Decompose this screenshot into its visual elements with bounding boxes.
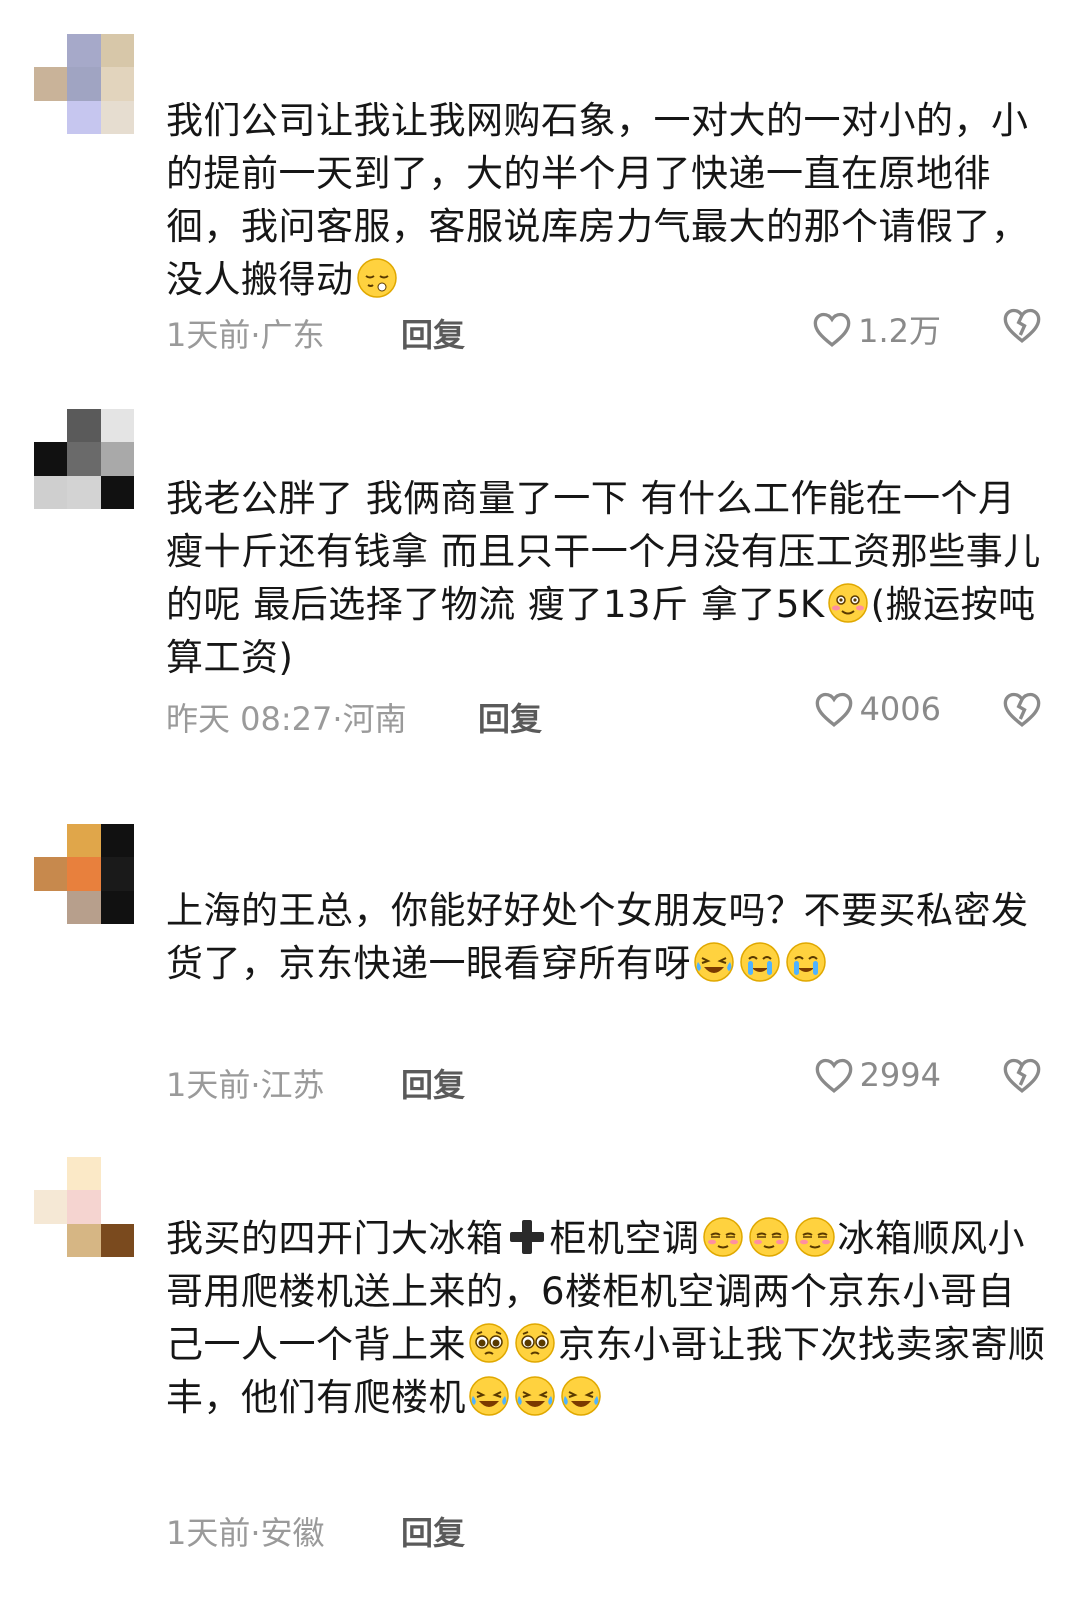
pleading-emoji-icon: [467, 1321, 511, 1365]
avatar-pixel: [67, 100, 101, 134]
avatar-pixel: [100, 475, 134, 509]
comment-text-segment: 我买的四开门大冰箱: [166, 1217, 504, 1260]
avatar-pixel: [34, 34, 68, 68]
sleepy-emoji-icon: [355, 256, 399, 300]
comment-text-segment: 上海的王总，你能好好处个女朋友吗？不要买私密发货了，京东快递一眼看穿所有呀: [166, 889, 1029, 985]
avatar[interactable]: [34, 1157, 134, 1257]
avatar-pixel: [34, 1223, 68, 1257]
avatar-pixel: [34, 1190, 68, 1224]
cry-laugh-emoji-icon: [559, 1374, 603, 1418]
avatar-pixel: [100, 824, 134, 858]
avatar-pixel: [67, 442, 101, 476]
avatar-pixel: [67, 1223, 101, 1257]
broken-heart-icon: [1003, 692, 1041, 727]
comment-text: 我老公胖了 我俩商量了一下 有什么工作能在一个月瘦十斤还有钱拿 而且只干一个月没…: [166, 472, 1046, 684]
comment-time-location: 1天前·安徽: [166, 1514, 325, 1552]
avatar-pixel: [34, 442, 68, 476]
shy-emoji-icon: [826, 581, 870, 625]
dislike-button[interactable]: [1002, 690, 1042, 736]
avatar-pixel: [100, 1157, 134, 1191]
reply-button[interactable]: 回复: [401, 1060, 465, 1106]
avatar-pixel: [100, 442, 134, 476]
broken-heart-icon: [1003, 1058, 1041, 1093]
comment-meta: 1天前·江苏 回复 2994: [166, 1056, 1046, 1106]
comment-meta: 昨天 08:27·河南 回复 4006: [166, 690, 1046, 740]
avatar-pixel: [34, 475, 68, 509]
plus-emoji-icon: [505, 1215, 549, 1259]
avatar[interactable]: [34, 409, 134, 509]
heart-icon: [815, 692, 852, 727]
reply-button[interactable]: 回复: [478, 694, 542, 740]
smug-emoji-icon: [793, 1215, 837, 1259]
dislike-button[interactable]: [1002, 306, 1042, 352]
avatar-pixel: [67, 824, 101, 858]
avatar-pixel: [34, 890, 68, 924]
broken-heart-icon: [1003, 308, 1041, 343]
avatar-pixel: [100, 890, 134, 924]
avatar-pixel: [100, 1223, 134, 1257]
avatar-pixel: [34, 824, 68, 858]
avatar-pixel: [100, 1190, 134, 1224]
avatar-pixel: [67, 890, 101, 924]
like-button[interactable]: 4006: [814, 690, 941, 728]
avatar-pixel: [67, 409, 101, 443]
reply-button[interactable]: 回复: [401, 1508, 465, 1554]
avatar-pixel: [100, 34, 134, 68]
avatar[interactable]: [34, 34, 134, 134]
like-count: 4006: [859, 690, 941, 728]
avatar[interactable]: [34, 824, 134, 924]
comment-time-location: 1天前·江苏: [166, 1066, 325, 1104]
heart-icon: [813, 312, 851, 347]
like-count: 2994: [859, 1056, 941, 1094]
smug-emoji-icon: [701, 1215, 745, 1259]
avatar-pixel: [67, 475, 101, 509]
comment-time-location: 昨天 08:27·河南: [166, 700, 407, 738]
pleading-emoji-icon: [513, 1321, 557, 1365]
heart-icon: [815, 1058, 852, 1093]
tears-emoji-icon: [784, 940, 828, 984]
comment-text-segment: 我们公司让我让我网购石象，一对大的一对小的，小的提前一天到了，大的半个月了快递一…: [166, 99, 1029, 301]
avatar-pixel: [34, 857, 68, 891]
avatar-pixel: [34, 100, 68, 134]
avatar-pixel: [67, 34, 101, 68]
avatar-pixel: [67, 1190, 101, 1224]
comment-text: 我买的四开门大冰箱 柜机空调 冰箱顺风小哥用爬楼机送上来的，6楼柜机空调两个京东小哥…: [166, 1212, 1046, 1424]
avatar-pixel: [100, 857, 134, 891]
like-button[interactable]: 1.2万: [812, 306, 941, 352]
comment-text: 上海的王总，你能好好处个女朋友吗？不要买私密发货了，京东快递一眼看穿所有呀: [166, 884, 1046, 990]
smug-emoji-icon: [747, 1215, 791, 1259]
avatar-pixel: [67, 67, 101, 101]
like-count: 1.2万: [858, 312, 941, 350]
cry-laugh-emoji-icon: [467, 1374, 511, 1418]
avatar-pixel: [100, 409, 134, 443]
avatar-pixel: [67, 857, 101, 891]
avatar-pixel: [67, 1157, 101, 1191]
avatar-pixel: [100, 100, 134, 134]
cry-laugh-emoji-icon: [692, 940, 736, 984]
avatar-pixel: [100, 67, 134, 101]
cry-laugh-emoji-icon: [513, 1374, 557, 1418]
like-button[interactable]: 2994: [814, 1056, 941, 1094]
dislike-button[interactable]: [1002, 1056, 1042, 1102]
comment-time-location: 1天前·广东: [166, 316, 325, 354]
comment-text-segment: 柜机空调: [549, 1217, 700, 1260]
avatar-pixel: [34, 1157, 68, 1191]
avatar-pixel: [34, 67, 68, 101]
comment-meta: 1天前·安徽 回复: [166, 1508, 1046, 1552]
reply-button[interactable]: 回复: [401, 310, 465, 356]
tears-emoji-icon: [738, 940, 782, 984]
comment-text: 我们公司让我让我网购石象，一对大的一对小的，小的提前一天到了，大的半个月了快递一…: [166, 94, 1046, 306]
avatar-pixel: [34, 409, 68, 443]
comment-meta: 1天前·广东 回复 1.2万: [166, 308, 1046, 356]
